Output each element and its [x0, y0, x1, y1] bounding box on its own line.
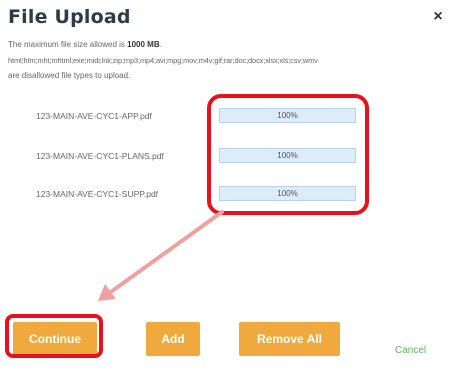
remove-all-button[interactable]: Remove All [239, 322, 340, 356]
file-name: 123-MAIN-AVE-CYC1-APP.pdf [36, 111, 152, 121]
max-size-suffix: . [159, 40, 162, 49]
continue-button[interactable]: Continue [13, 322, 97, 356]
max-size-value: 1000 MB [127, 40, 160, 49]
progress-label: 100% [277, 189, 298, 198]
file-row: 123-MAIN-AVE-CYC1-SUPP.pdf 100% [0, 183, 458, 209]
dialog-title: File Upload [8, 6, 131, 28]
file-name: 123-MAIN-AVE-CYC1-PLANS.pdf [36, 151, 164, 161]
progress-label: 100% [277, 111, 298, 120]
upload-progress-bar: 100% [219, 186, 356, 201]
file-name: 123-MAIN-AVE-CYC1-SUPP.pdf [36, 189, 159, 199]
disallowed-suffix: are disallowed file types to upload. [8, 71, 131, 80]
close-icon[interactable]: × [428, 7, 448, 27]
progress-label: 100% [277, 151, 298, 160]
file-row: 123-MAIN-AVE-CYC1-APP.pdf 100% [0, 105, 458, 131]
upload-progress-bar: 100% [219, 108, 356, 123]
disallowed-types: html;htm;mht;mhtml;exe;midi;lnk;zip;mp3;… [8, 56, 318, 65]
upload-progress-bar: 100% [219, 148, 356, 163]
cancel-link[interactable]: Cancel [395, 345, 426, 356]
max-size-prefix: The maximum file size allowed is [8, 40, 128, 49]
max-size-info: The maximum file size allowed is 1000 MB… [8, 40, 162, 49]
add-button[interactable]: Add [146, 322, 200, 356]
file-row: 123-MAIN-AVE-CYC1-PLANS.pdf 100% [0, 145, 458, 171]
file-upload-dialog: File Upload × The maximum file size allo… [0, 0, 458, 371]
